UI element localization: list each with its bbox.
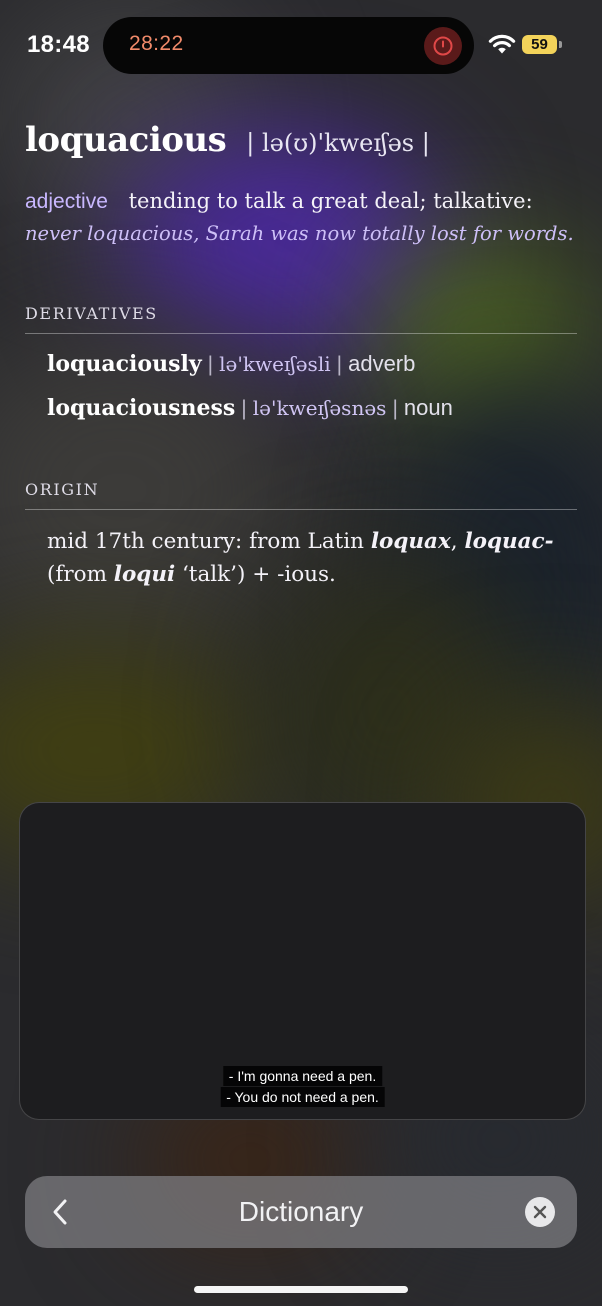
derivative-item: loquaciousness | lə'kweɪʃəsnəs | noun <box>47 395 453 421</box>
definition-block: adjective tending to talk a great deal; … <box>25 185 585 250</box>
video-player[interactable]: - I'm gonna need a pen. - You do not nee… <box>19 802 586 1120</box>
origin-text-part: mid 17th century: from Latin <box>47 529 371 554</box>
battery-tip <box>559 41 562 48</box>
headword: loquacious <box>25 120 227 160</box>
origin-heading: ORIGIN <box>25 480 577 510</box>
derivative-pos: adverb <box>348 351 416 376</box>
status-bar: 18:48 28:22 59 <box>0 0 602 90</box>
status-time: 18:48 <box>27 31 90 58</box>
dictionary-entry-header: loquacious | lə(ʊ)'kweɪʃəs | <box>25 120 577 160</box>
origin-term: loqui <box>113 562 176 587</box>
derivative-item: loquaciously | lə'kweɪʃəsli | adverb <box>47 351 415 377</box>
separator: | <box>392 397 398 420</box>
wifi-icon <box>488 34 516 54</box>
separator: | <box>241 397 247 420</box>
origin-term: loquax <box>370 529 451 554</box>
pronunciation: | lə(ʊ)'kweɪʃəs | <box>246 129 430 157</box>
example-sentence: never loquacious, Sarah was now totally … <box>25 222 574 245</box>
derivative-word: loquaciously <box>47 351 202 377</box>
origin-text: mid 17th century: from Latin loquax, loq… <box>47 525 567 591</box>
power-icon[interactable] <box>424 27 462 65</box>
close-circle-icon[interactable] <box>525 1197 555 1227</box>
dictionary-search-bar[interactable]: Dictionary <box>25 1176 577 1248</box>
separator: | <box>336 353 343 376</box>
recording-timer: 28:22 <box>129 32 184 55</box>
search-bar-title: Dictionary <box>238 1196 364 1227</box>
battery-indicator: 59 <box>522 35 557 54</box>
derivative-word: loquaciousness <box>47 395 236 421</box>
dynamic-island[interactable]: 28:22 <box>103 17 474 74</box>
origin-text-part: , <box>450 529 465 554</box>
derivatives-heading: DERIVATIVES <box>25 304 577 334</box>
separator: | <box>207 353 214 376</box>
origin-term: loquac- <box>464 529 554 554</box>
derivative-pronunciation: lə'kweɪʃəsli <box>219 352 331 376</box>
origin-text-part: (from <box>47 562 114 587</box>
definition-text: tending to talk a great deal; talkative: <box>128 189 533 213</box>
part-of-speech: adjective <box>25 190 108 213</box>
subtitle-line: - You do not need a pen. <box>220 1087 385 1107</box>
derivative-pronunciation: lə'kweɪʃəsnəs <box>252 396 387 420</box>
subtitle-line: - I'm gonna need a pen. <box>222 1066 383 1086</box>
origin-text-part: ‘talk’) + -ious. <box>175 562 336 587</box>
home-indicator[interactable] <box>194 1286 408 1293</box>
derivative-pos: noun <box>403 395 453 420</box>
